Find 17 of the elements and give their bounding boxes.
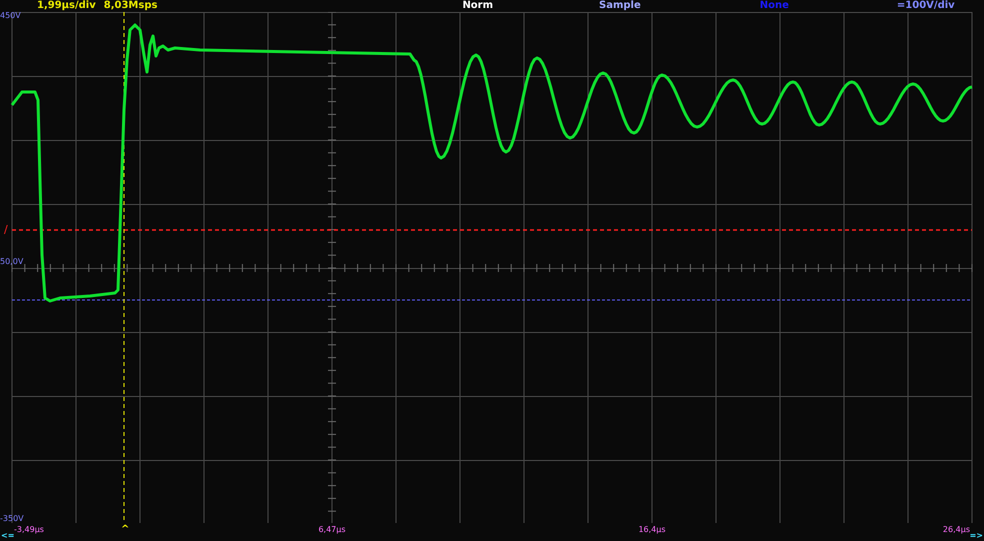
scroll-right-arrow[interactable]: =>	[970, 532, 983, 540]
voltage-top-label: 450V	[0, 12, 21, 20]
channel-level-label: 50,0V	[0, 258, 24, 266]
math-label: None	[760, 1, 789, 11]
scroll-left-arrow[interactable]: <=	[1, 532, 14, 540]
channel-scale-label: =100V/div	[896, 1, 955, 11]
time-axis-label: 6,47µs	[318, 526, 346, 534]
time-axis-label: 16,4µs	[638, 526, 666, 534]
trigger-mode-label: Norm	[462, 1, 494, 11]
voltage-bottom-label: -350V	[0, 515, 24, 523]
trigger-position-marker[interactable]: ^	[121, 525, 130, 535]
time-axis-label: -3,49µs	[14, 526, 44, 534]
sample-rate-reading: 8,03Msps	[104, 1, 158, 11]
acquisition-mode-label: Sample	[599, 1, 641, 11]
time-axis-label: 26,4µs	[942, 526, 970, 534]
timebase-reading: 1,99µs/div	[37, 1, 96, 11]
trigger-slope-marker: /	[4, 224, 8, 235]
